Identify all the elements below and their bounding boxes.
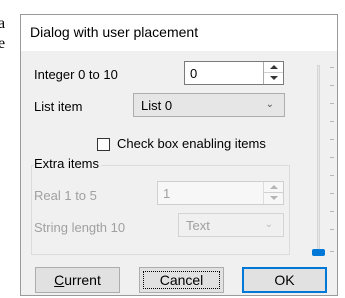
- cancel-button[interactable]: Cancel: [139, 267, 224, 293]
- dialog-window: Dialog with user placement Integer 0 to …: [20, 14, 338, 296]
- chevron-down-icon: ⌄: [264, 219, 273, 230]
- real-spin-buttons: [263, 182, 283, 204]
- slider-tick: [330, 67, 334, 68]
- slider-tick: [330, 157, 334, 158]
- slider-tick: [330, 175, 334, 176]
- slider-tick: [330, 193, 334, 194]
- ok-button[interactable]: OK: [242, 267, 327, 293]
- real-value: 1: [163, 186, 171, 201]
- current-button-label: urrent: [64, 272, 101, 288]
- slider-tick: [330, 85, 334, 86]
- extra-items-title: Extra items: [34, 156, 102, 171]
- background-text: a e: [0, 14, 6, 52]
- arrow-down-icon: [270, 196, 278, 200]
- enable-items-checkbox[interactable]: [97, 138, 110, 151]
- focus-rectangle: [143, 271, 220, 289]
- ok-button-label: OK: [274, 272, 295, 288]
- integer-spin-up-button[interactable]: [264, 62, 283, 73]
- integer-value: 0: [190, 66, 198, 81]
- string-dropdown[interactable]: Text ⌄: [178, 213, 284, 237]
- slider-tick: [330, 251, 334, 252]
- current-button[interactable]: Current: [35, 267, 120, 293]
- integer-spin-down-button[interactable]: [264, 73, 283, 84]
- slider-tick: [330, 139, 334, 140]
- real-spinbox[interactable]: 1: [157, 181, 284, 205]
- extra-items-groupbox: [31, 165, 290, 255]
- slider-thumb[interactable]: [312, 249, 325, 256]
- enable-items-label[interactable]: Check box enabling items: [117, 136, 266, 151]
- slider-tick: [330, 211, 334, 212]
- arrow-up-icon: [270, 65, 278, 69]
- slider-tick: [330, 103, 334, 104]
- list-item-value: List 0: [141, 98, 173, 113]
- arrow-up-icon: [270, 185, 278, 189]
- title-bar[interactable]: Dialog with user placement: [21, 15, 337, 51]
- current-button-mnemonic: C: [54, 272, 65, 288]
- list-item-label: List item: [34, 99, 83, 114]
- arrow-down-icon: [270, 76, 278, 80]
- integer-spinbox[interactable]: 0: [184, 61, 284, 85]
- vertical-slider-track[interactable]: [317, 65, 320, 253]
- integer-label: Integer 0 to 10: [34, 67, 118, 82]
- real-label: Real 1 to 5: [34, 188, 97, 203]
- real-spin-up-button[interactable]: [264, 182, 283, 193]
- chevron-down-icon: ⌄: [265, 99, 274, 110]
- slider-tick: [330, 121, 334, 122]
- slider-tick: [330, 229, 334, 230]
- background-text-line2: e: [0, 35, 6, 52]
- list-item-dropdown[interactable]: List 0 ⌄: [133, 93, 285, 117]
- string-value: Text: [186, 218, 210, 233]
- string-label: String length 10: [34, 220, 126, 235]
- real-spin-down-button[interactable]: [264, 193, 283, 204]
- background-text-line1: a: [0, 15, 6, 32]
- integer-spin-buttons: [263, 62, 283, 84]
- dialog-title: Dialog with user placement: [30, 24, 199, 40]
